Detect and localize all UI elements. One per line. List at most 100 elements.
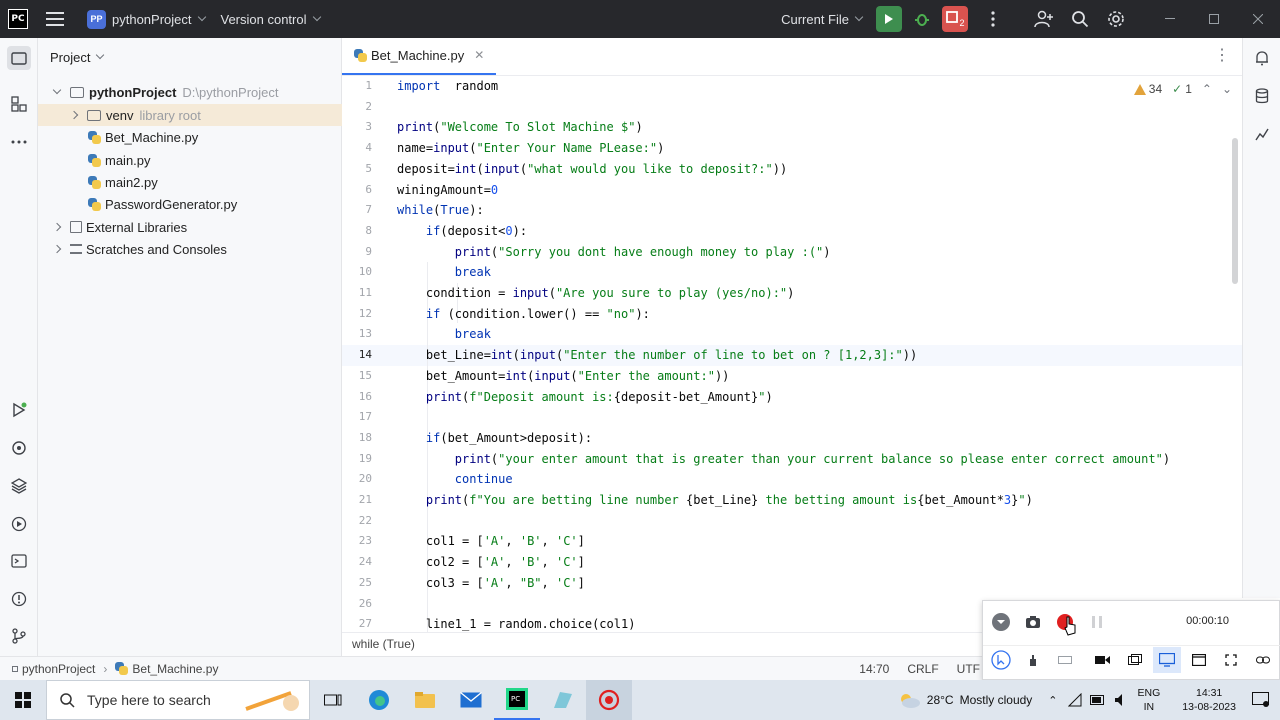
sciview-button[interactable]	[1250, 122, 1274, 146]
task-view-button[interactable]	[310, 680, 356, 720]
line-number[interactable]: 11	[359, 286, 372, 299]
taskbar-clock[interactable]: 14:31 13-08-2023	[1182, 686, 1236, 714]
chevron-up-icon[interactable]: ⌃	[1048, 694, 1057, 707]
tab-options-button[interactable]: ⋮	[1214, 48, 1230, 64]
recorder-taskbar-button[interactable]	[586, 680, 632, 720]
file-encoding[interactable]: UTF	[957, 662, 980, 676]
screenshot-button[interactable]	[1019, 609, 1047, 635]
status-breadcrumb[interactable]: pythonProject › Bet_Machine.py	[0, 662, 218, 676]
tree-item-main[interactable]: main.py	[38, 149, 342, 171]
tree-item-external-libraries[interactable]: External Libraries	[38, 216, 342, 238]
line-number[interactable]: 15	[359, 369, 372, 382]
line-number[interactable]: 14	[359, 348, 372, 361]
stop-button[interactable]: 2	[942, 6, 968, 32]
notifications-button[interactable]	[1250, 46, 1274, 70]
problems-tool-button[interactable]	[7, 587, 31, 611]
line-number[interactable]: 1	[365, 79, 372, 92]
close-tab-icon[interactable]: ✕	[474, 48, 484, 62]
debug-button[interactable]	[909, 6, 935, 32]
pycharm-taskbar-button[interactable]: PC	[494, 680, 540, 720]
line-number[interactable]: 8	[365, 224, 372, 237]
project-tool-button[interactable]	[7, 46, 31, 70]
main-menu-icon[interactable]	[46, 12, 64, 26]
weather-description[interactable]: Mostly cloudy	[960, 693, 1033, 707]
line-number[interactable]: 23	[359, 534, 372, 547]
notification-center-icon[interactable]	[1252, 692, 1270, 708]
line-number[interactable]: 6	[365, 183, 372, 196]
add-user-button[interactable]	[1031, 6, 1057, 32]
volume-icon[interactable]	[1114, 693, 1128, 707]
line-number[interactable]: 19	[359, 452, 372, 465]
settings-button[interactable]	[1103, 6, 1129, 32]
network-icon[interactable]	[1067, 693, 1082, 707]
line-number[interactable]: 18	[359, 431, 372, 444]
line-number[interactable]: 26	[359, 597, 372, 610]
minimize-button[interactable]	[1148, 0, 1192, 38]
tree-item-main2[interactable]: main2.py	[38, 171, 342, 193]
screen-capture-button[interactable]	[1153, 646, 1181, 673]
more-tools-button[interactable]	[7, 130, 31, 154]
hand-tool-button[interactable]	[1019, 647, 1047, 673]
line-number[interactable]: 7	[365, 203, 372, 216]
project-switcher[interactable]: PP pythonProject	[81, 6, 211, 32]
line-number[interactable]: 4	[365, 141, 372, 154]
weather-temperature[interactable]: 28°C	[927, 693, 954, 707]
webcam-button[interactable]	[1089, 647, 1117, 673]
line-number[interactable]: 21	[359, 493, 372, 506]
database-button[interactable]	[1250, 84, 1274, 108]
select-tool-button[interactable]	[987, 647, 1015, 673]
line-number[interactable]: 16	[359, 390, 372, 403]
terminal-tool-button[interactable]	[7, 549, 31, 573]
line-number[interactable]: 3	[365, 120, 372, 133]
tab-bet-machine[interactable]: Bet_Machine.py ✕	[342, 37, 497, 75]
taskbar-search-box[interactable]: Type here to search	[46, 680, 310, 720]
mail-taskbar-button[interactable]	[448, 680, 494, 720]
more-actions-button[interactable]	[980, 6, 1006, 32]
file-explorer-taskbar-button[interactable]	[402, 680, 448, 720]
layers-tool-button[interactable]	[7, 474, 31, 498]
collapse-recorder-button[interactable]	[987, 609, 1015, 635]
line-number[interactable]: 24	[359, 555, 372, 568]
line-number[interactable]: 10	[359, 265, 372, 278]
run-tool-button[interactable]	[7, 398, 31, 422]
fullscreen-button[interactable]	[1217, 647, 1245, 673]
pause-button[interactable]	[1083, 609, 1111, 635]
line-number[interactable]: 13	[359, 327, 372, 340]
run-config-selector[interactable]: Current File	[781, 12, 864, 27]
python-packages-button[interactable]	[7, 436, 31, 460]
line-number[interactable]: 9	[365, 245, 372, 258]
tree-item-bet-machine[interactable]: Bet_Machine.py	[38, 126, 342, 148]
line-number[interactable]: 5	[365, 162, 372, 175]
line-separator[interactable]: CRLF	[907, 662, 938, 676]
line-number[interactable]: 27	[359, 617, 372, 630]
line-number[interactable]: 17	[359, 410, 372, 423]
language-indicator[interactable]: ENG IN	[1138, 686, 1161, 714]
line-number[interactable]: 12	[359, 307, 372, 320]
vertical-scrollbar[interactable]	[1232, 138, 1238, 284]
line-number[interactable]: 22	[359, 514, 372, 527]
line-number[interactable]: 25	[359, 576, 372, 589]
battery-icon[interactable]	[1089, 695, 1106, 705]
link-button[interactable]	[1249, 647, 1277, 673]
edge-taskbar-button[interactable]	[356, 680, 402, 720]
tree-item-password-generator[interactable]: PasswordGenerator.py	[38, 193, 342, 215]
line-number[interactable]: 20	[359, 472, 372, 485]
version-control-menu[interactable]: Version control	[221, 12, 321, 27]
keyboard-tool-button[interactable]	[1051, 647, 1079, 673]
start-button[interactable]	[0, 680, 46, 720]
app-taskbar-button[interactable]	[540, 680, 586, 720]
tree-item-scratches[interactable]: Scratches and Consoles	[38, 238, 342, 260]
region-button[interactable]	[1121, 647, 1149, 673]
line-number[interactable]: 2	[365, 100, 372, 113]
caret-position[interactable]: 14:70	[859, 662, 889, 676]
search-button[interactable]	[1067, 6, 1093, 32]
services-tool-button[interactable]	[7, 512, 31, 536]
maximize-button[interactable]	[1192, 0, 1236, 38]
tree-item-pythonproject[interactable]: pythonProject D:\pythonProject	[38, 81, 342, 103]
window-capture-button[interactable]	[1185, 647, 1213, 673]
project-panel-header[interactable]: Project	[38, 38, 341, 76]
structure-tool-button[interactable]	[7, 92, 31, 116]
code-content[interactable]: import random print("Welcome To Slot Mac…	[397, 76, 1237, 636]
tree-item-venv[interactable]: venv library root	[38, 104, 342, 126]
git-tool-button[interactable]	[7, 624, 31, 648]
